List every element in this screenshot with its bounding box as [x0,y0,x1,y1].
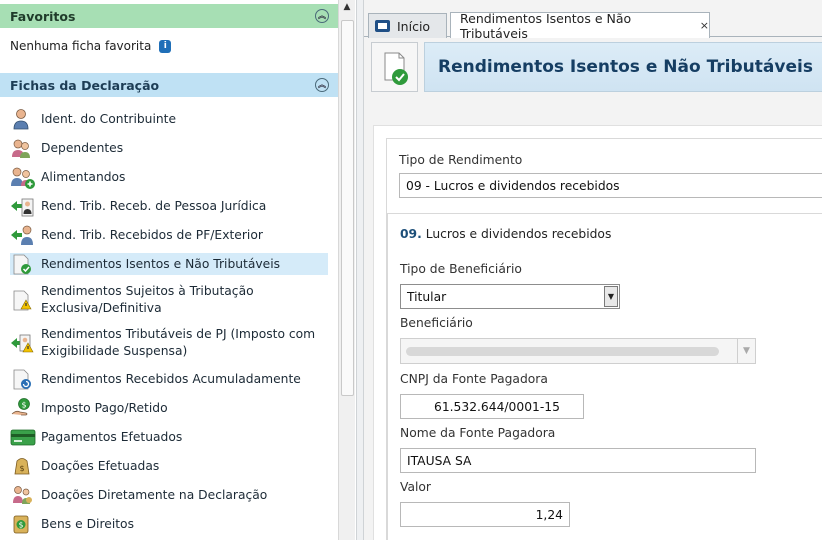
cnpj-input[interactable]: 61.532.644/0001-15 [400,394,584,419]
tipo-rendimento-label: Tipo de Rendimento [399,153,523,167]
section-title: Lucros e dividendos recebidos [425,227,612,241]
home-icon [375,20,390,32]
sidebar-item-rend-suspensa[interactable]: Rendimentos Tributáveis de PJ (Imposto c… [10,326,328,360]
form-area: Tipo de Rendimento 09 - Lucros e dividen… [373,125,822,540]
favorites-header[interactable]: Favoritos ︽ [0,4,338,28]
sidebar-item-label: Pagamentos Efetuados [41,430,183,444]
tab-label: Início [397,18,431,34]
tab-label: Rendimentos Isentos e Não Tributáveis [460,10,632,41]
payments-icon [10,426,36,448]
main-panel: Início Rendimentos Isentos e Não Tributá… [364,0,822,540]
sidebar-item-label: Alimentandos [41,170,126,184]
sidebar-item-label: Dependentes [41,141,124,155]
section-number: 09. [400,227,422,241]
tipo-beneficiario-label: Tipo de Beneficiário [400,262,522,276]
favorites-empty-text: Nenhuma ficha favorita [10,39,152,53]
favorites-title: Favoritos [10,8,76,24]
add-person-icon [10,166,36,189]
svg-text:$: $ [21,401,26,410]
accumulated-income-icon [10,368,36,390]
assets-icon: $ [10,513,36,535]
suspended-tax-icon [10,332,36,354]
sidebar-item-label: Doações Efetuadas [41,459,160,473]
sidebar-item-label: Rendimentos Isentos e Não Tributáveis [41,256,281,271]
sidebar-item-label: Rendimentos Sujeitos à Tributação Exclusi… [36,283,254,317]
disabled-value-placeholder [406,347,719,356]
sidebar-item-alimentandos[interactable]: Alimentandos [10,166,328,189]
sidebar-item-bens-direitos[interactable]: $ Bens e Direitos [10,513,328,535]
fichas-title: Fichas da Declaração [10,77,160,93]
tipo-rendimento-select[interactable]: 09 - Lucros e dividendos recebidos [399,173,822,198]
label-line-1: Rendimentos Sujeitos à Tributação [41,284,254,298]
scrollbar-thumb[interactable] [341,20,354,396]
page-banner: Rendimentos Isentos e Não Tributáveis [371,42,822,92]
sidebar-scrollbar[interactable]: ▲ [338,0,355,540]
person-icon [10,108,36,130]
label-line-2: Exclusiva/Definitiva [41,301,162,315]
tab-rendimentos-isentos[interactable]: Rendimentos Isentos e Não Tributáveis × [450,10,710,41]
sidebar-item-label: Imposto Pago/Retido [41,401,168,415]
fichas-header[interactable]: Fichas da Declaração ︽ [0,73,338,97]
dependents-icon [10,137,36,159]
income-form: Tipo de Rendimento 09 - Lucros e dividen… [386,138,822,540]
sidebar-item-rend-trib-pf[interactable]: Rend. Trib. Recebidos de PF/Exterior [10,224,328,246]
nome-fonte-input[interactable]: ITAUSA SA [400,448,756,473]
tab-inicio[interactable]: Início [368,13,447,38]
direct-donations-icon [10,484,36,506]
sidebar-item-label: Bens e Direitos [41,517,134,531]
chevron-down-icon[interactable]: ▼ [604,286,618,307]
page-icon [371,42,418,92]
valor-input[interactable]: 1,24 [400,502,570,527]
sidebar-item-doacoes[interactable]: $ Doações Efetuadas [10,458,328,477]
income-pj-icon [10,195,36,217]
sidebar-item-label: Doações Diretamente na Declaração [41,488,268,502]
sidebar-item-ident-contribuinte[interactable]: Ident. do Contribuinte [10,108,328,130]
sidebar-item-rend-trib-pj[interactable]: Rend. Trib. Receb. de Pessoa Jurídica [10,198,328,217]
favorites-empty: Nenhuma ficha favorita i [10,39,172,53]
sidebar-item-label: Rendimentos Recebidos Acumuladamente [41,372,301,386]
svg-text:$: $ [19,464,24,473]
label-line-1: Rendimentos Tributáveis de PJ (Imposto c… [41,327,316,341]
scroll-up-icon[interactable]: ▲ [342,3,352,12]
valor-label: Valor [400,480,431,494]
tab-bar: Início Rendimentos Isentos e Não Tributá… [364,10,822,41]
sidebar-item-dependentes[interactable]: Dependentes [10,137,328,159]
tipo-beneficiario-value: Titular [407,289,447,304]
sidebar-item-label: Ident. do Contribuinte [41,112,177,126]
sidebar-item-imposto-pago[interactable]: $ Imposto Pago/Retido [10,397,328,419]
chevron-down-icon: ▼ [737,339,755,363]
exclusive-tax-icon [10,289,36,311]
svg-text:$: $ [19,521,24,530]
sidebar-item-rend-isentos[interactable]: Rendimentos Isentos e Não Tributáveis [10,253,328,275]
left-panel: Favoritos ︽ Nenhuma ficha favorita i Fic… [0,0,338,540]
income-pf-icon [10,224,36,246]
sidebar-item-pagamentos[interactable]: Pagamentos Efetuados [10,429,328,448]
collapse-favorites-icon[interactable]: ︽ [315,9,329,23]
tax-paid-icon: $ [10,397,36,419]
collapse-fichas-icon[interactable]: ︽ [315,78,329,92]
donations-icon: $ [10,455,36,477]
section-heading: 09. Lucros e dividendos recebidos [400,227,611,241]
panel-splitter[interactable] [356,0,364,540]
page-title: Rendimentos Isentos e Não Tributáveis [424,42,822,92]
beneficiario-select: ▼ [400,338,756,364]
sidebar-item-rend-exclusiva[interactable]: Rendimentos Sujeitos à Tributação Exclusi… [10,283,328,317]
cnpj-label: CNPJ da Fonte Pagadora [400,372,548,386]
section-09: 09. Lucros e dividendos recebidos Tipo d… [387,213,822,540]
label-line-2: Exigibilidade Suspensa) [41,344,188,358]
sidebar-item-label: Rendimentos Tributáveis de PJ (Imposto c… [36,326,315,360]
sidebar-item-label: Rend. Trib. Receb. de Pessoa Jurídica [41,199,267,213]
exempt-income-icon [10,253,36,275]
tipo-beneficiario-select[interactable]: Titular ▼ [400,284,620,309]
sidebar-item-doacoes-diretas[interactable]: Doações Diretamente na Declaração [10,484,328,506]
beneficiario-label: Beneficiário [400,316,473,330]
close-tab-icon[interactable]: × [700,19,709,32]
sidebar-item-label: Rend. Trib. Recebidos de PF/Exterior [41,228,263,242]
info-icon[interactable]: i [159,39,172,53]
sidebar-item-rend-acumulados[interactable]: Rendimentos Recebidos Acumuladamente [10,368,328,390]
nome-fonte-label: Nome da Fonte Pagadora [400,426,556,440]
